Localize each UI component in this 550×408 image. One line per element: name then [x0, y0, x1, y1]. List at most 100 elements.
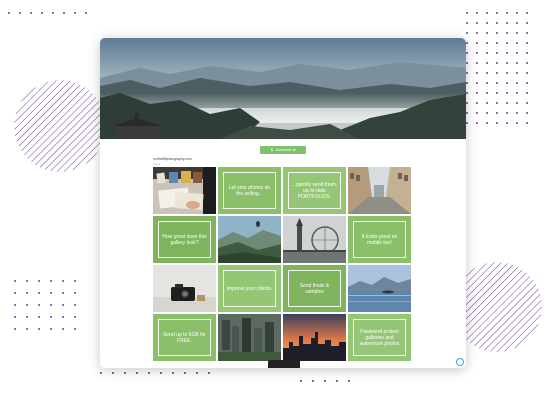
dot — [19, 12, 21, 14]
dot — [476, 32, 478, 34]
dot — [496, 32, 498, 34]
photo-camera[interactable] — [153, 265, 216, 312]
dot — [496, 62, 498, 64]
dot — [516, 112, 518, 114]
dot — [496, 12, 498, 14]
dot — [466, 32, 468, 34]
dot — [526, 82, 528, 84]
dot — [526, 32, 528, 34]
dot — [506, 32, 508, 34]
dot — [506, 42, 508, 44]
text-tile[interactable]: Impress your clients. — [218, 265, 281, 312]
dot — [506, 52, 508, 54]
dot-grid-top-right — [466, 12, 536, 132]
photo-aerial-city[interactable] — [218, 314, 281, 361]
text-tile[interactable]: Send finals & samples — [283, 265, 346, 312]
dot — [38, 304, 40, 306]
dot — [486, 42, 488, 44]
dot — [526, 122, 528, 124]
dot — [516, 72, 518, 74]
dot — [300, 380, 302, 382]
dot — [486, 122, 488, 124]
dot — [506, 92, 508, 94]
dot — [516, 62, 518, 64]
dot — [312, 380, 314, 382]
chat-widget-icon[interactable] — [456, 358, 464, 366]
dot — [160, 372, 162, 374]
dot — [526, 92, 528, 94]
photo-desk[interactable] — [153, 167, 216, 214]
dot — [348, 380, 350, 382]
photo-street[interactable] — [348, 167, 411, 214]
photo-sunset-skyline[interactable] — [283, 314, 346, 361]
dot — [476, 42, 478, 44]
tile-caption: Send up to 5GB for FREE. — [158, 319, 211, 356]
dot — [74, 328, 76, 330]
dot — [486, 102, 488, 104]
dot — [476, 122, 478, 124]
dot — [506, 22, 508, 24]
dot — [52, 12, 54, 14]
dot — [208, 372, 210, 374]
dot — [516, 42, 518, 44]
dot — [516, 52, 518, 54]
dot — [506, 72, 508, 74]
text-tile[interactable]: Let your photos do the selling... — [218, 167, 281, 214]
dot — [14, 292, 16, 294]
dot — [62, 280, 64, 282]
dot — [38, 316, 40, 318]
text-tile[interactable]: ...quickly send fresh, up-to-date PORTFO… — [283, 167, 346, 214]
gallery-subtitle: 1 of 1 — [153, 162, 160, 166]
dot — [336, 380, 338, 382]
dot — [466, 42, 468, 44]
dot — [526, 42, 528, 44]
marketing-stage: ⬇ Download all northcliffphotography.com … — [0, 0, 550, 408]
text-tile[interactable]: How great does this gallery look? — [153, 216, 216, 263]
dot — [172, 372, 174, 374]
download-all-button[interactable]: ⬇ Download all — [260, 146, 306, 154]
dot — [184, 372, 186, 374]
dot — [526, 72, 528, 74]
dot — [516, 92, 518, 94]
gallery-nav-bar: ‹ ↗ — [268, 360, 300, 368]
dot — [50, 304, 52, 306]
dot — [526, 102, 528, 104]
dot — [476, 92, 478, 94]
photo-london[interactable] — [283, 216, 346, 263]
dot — [526, 112, 528, 114]
dot — [486, 82, 488, 84]
dot — [516, 122, 518, 124]
dot — [62, 316, 64, 318]
dot — [74, 280, 76, 282]
text-tile[interactable]: It looks great on mobile too! — [348, 216, 411, 263]
dot — [14, 316, 16, 318]
dot — [26, 328, 28, 330]
dot — [466, 52, 468, 54]
photo-lake[interactable] — [348, 265, 411, 312]
dot — [486, 112, 488, 114]
gallery-window: ⬇ Download all northcliffphotography.com … — [100, 38, 466, 368]
dot — [486, 52, 488, 54]
text-tile[interactable]: Password protect galleries and watermark… — [348, 314, 411, 361]
dot — [30, 12, 32, 14]
dot — [196, 372, 198, 374]
hero-banner-image — [100, 38, 466, 139]
dot — [14, 328, 16, 330]
text-tile[interactable]: Send up to 5GB for FREE. — [153, 314, 216, 361]
dot-grid-bottom-right — [300, 380, 360, 392]
dot — [516, 32, 518, 34]
dot — [496, 122, 498, 124]
dot — [41, 12, 43, 14]
dot — [526, 12, 528, 14]
dot — [496, 22, 498, 24]
tile-caption: Send finals & samples — [288, 270, 341, 307]
dot — [85, 12, 87, 14]
dot — [496, 82, 498, 84]
striped-circle-left — [14, 80, 106, 172]
photo-valley[interactable] — [218, 216, 281, 263]
dot — [466, 12, 468, 14]
dot — [8, 12, 10, 14]
dot — [516, 12, 518, 14]
dot — [496, 42, 498, 44]
dot — [466, 122, 468, 124]
